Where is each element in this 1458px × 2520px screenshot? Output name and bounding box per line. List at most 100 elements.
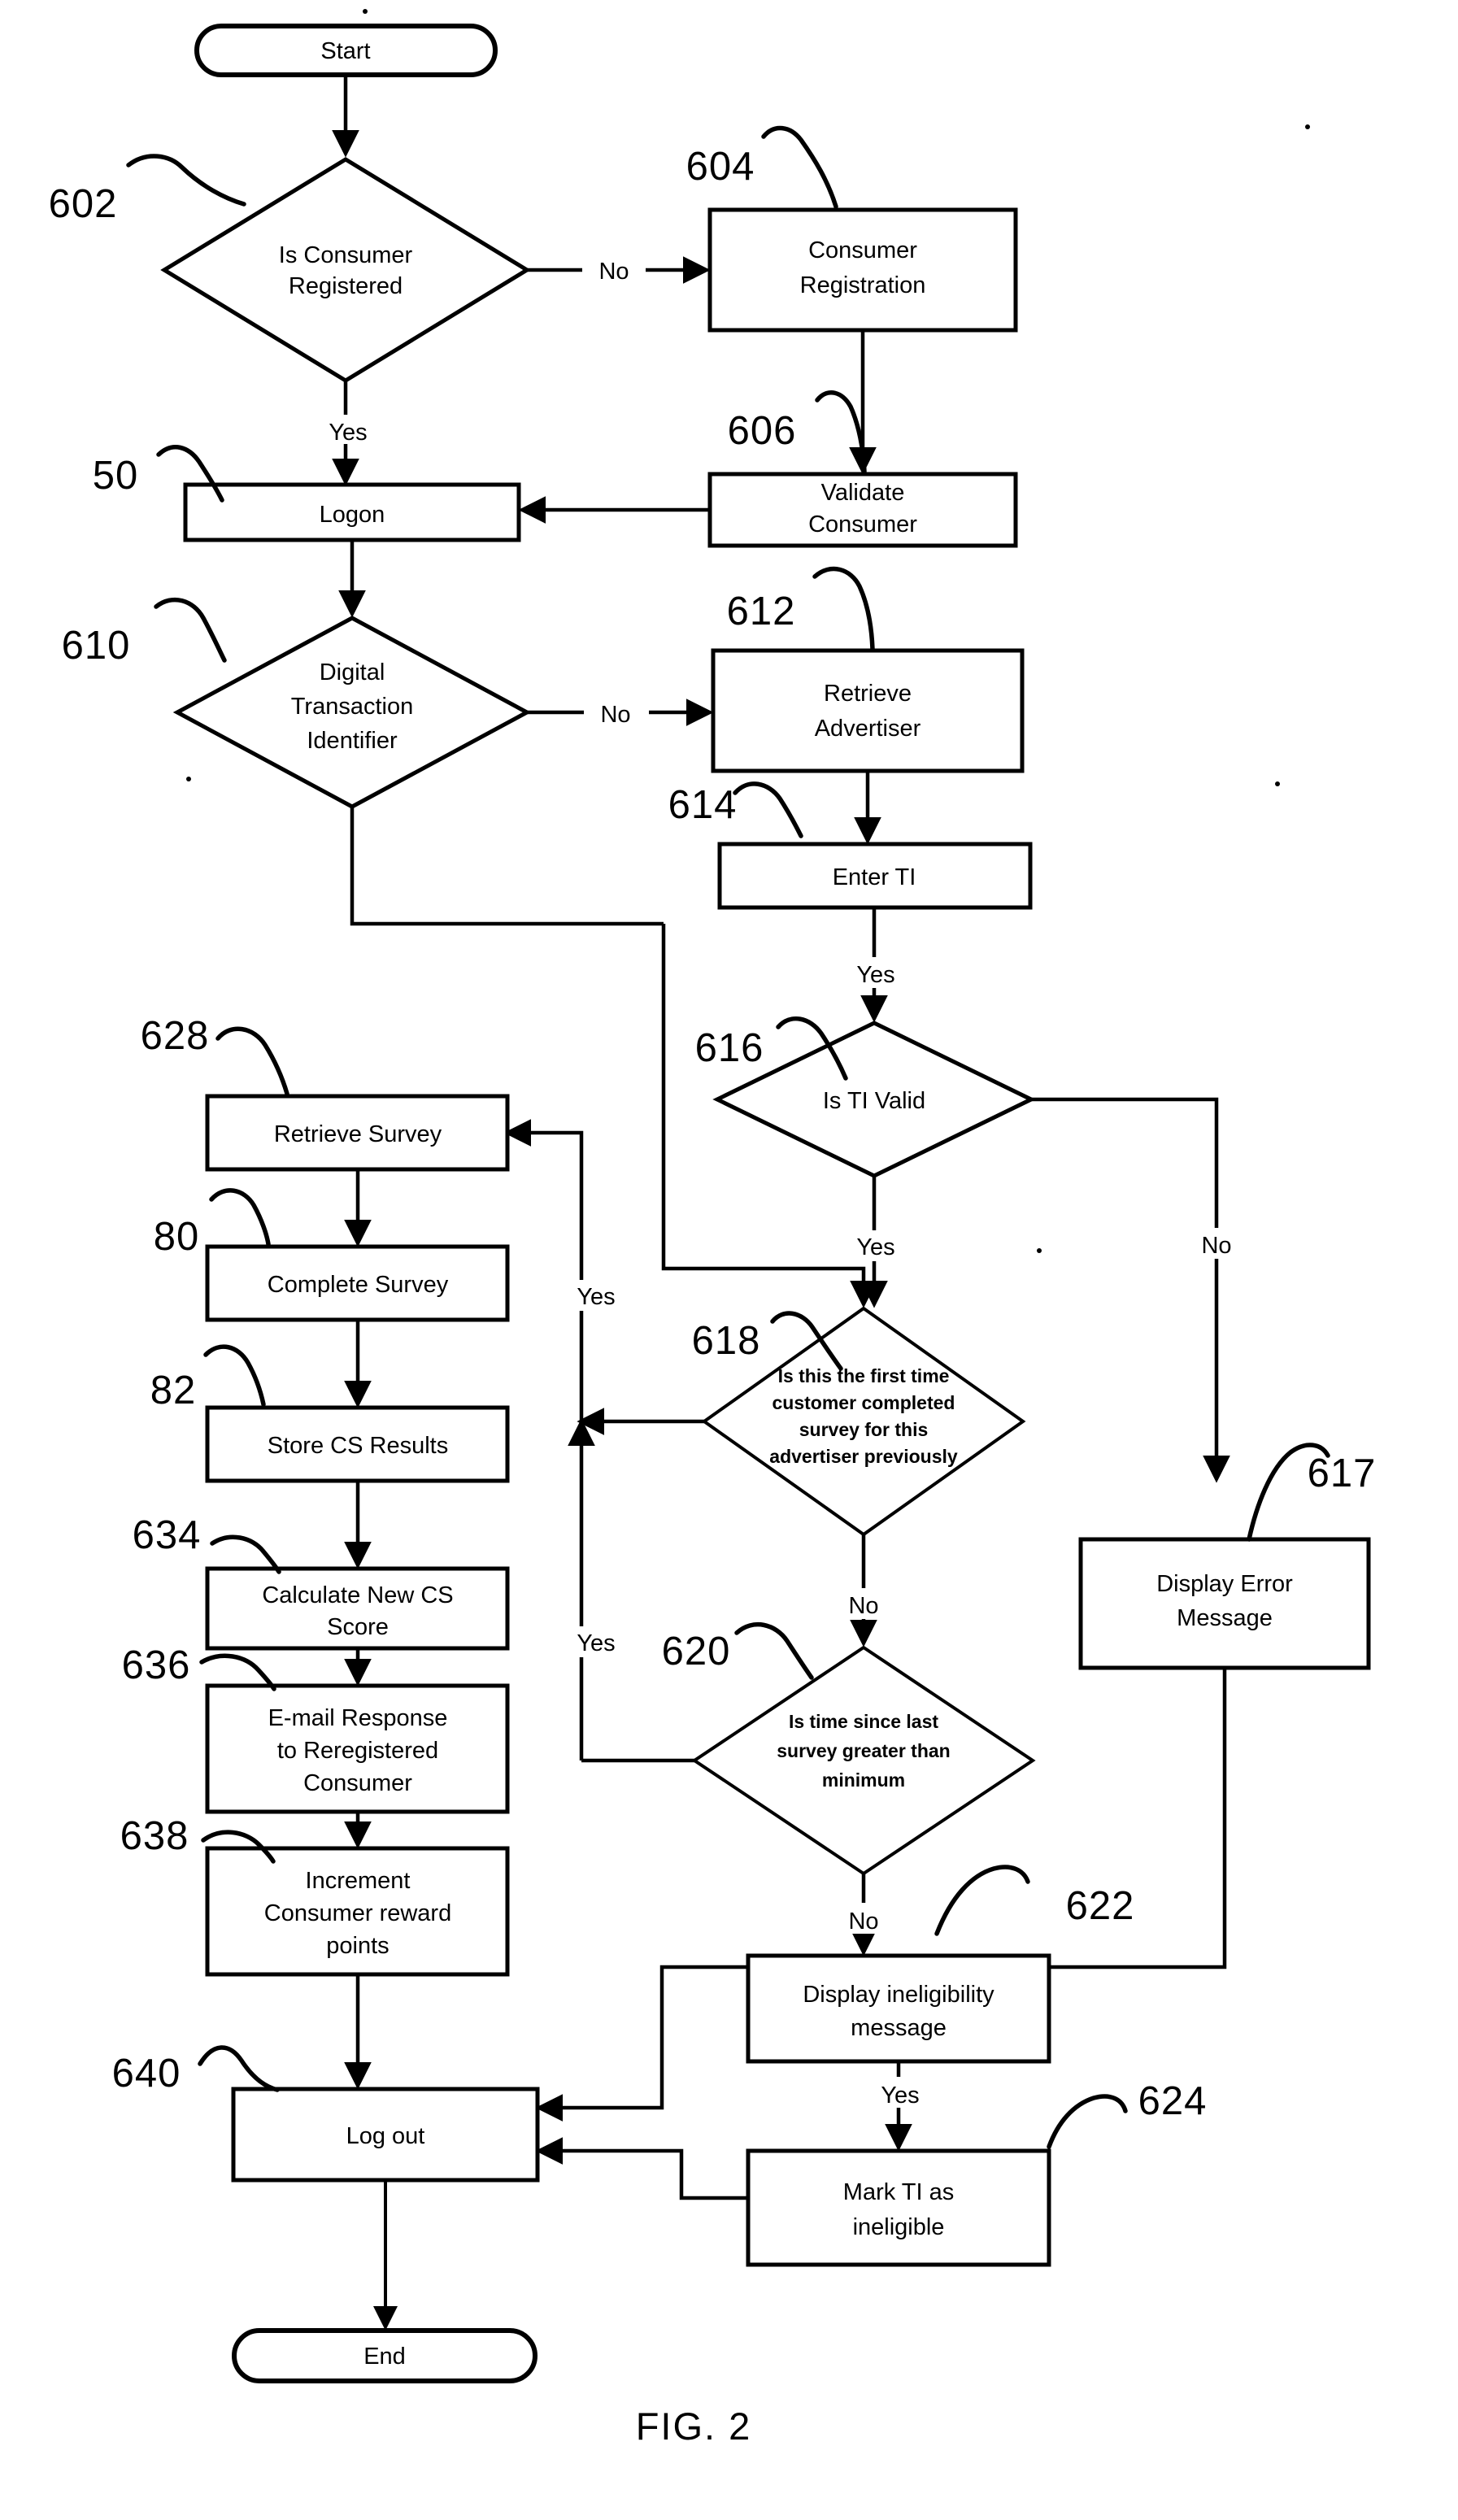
node-display-error-message-label-line1: Display Error	[1156, 1571, 1293, 1597]
scan-speck	[1037, 1248, 1042, 1253]
node-start: Start	[194, 24, 498, 77]
edge-mark-ti-to-logout	[535, 2137, 748, 2200]
ref-numeral-616: 616	[695, 1026, 764, 1070]
node-display-ineligibility-label-line2: message	[851, 2015, 947, 2041]
node-increment-label-line1: Increment	[306, 1868, 411, 1894]
leader-622	[934, 1865, 1030, 1936]
node-dti-label-line1: Digital	[320, 659, 385, 685]
node-logon-label: Logon	[320, 502, 385, 528]
edge-yes-trunk-to-retrieve-survey	[503, 1119, 584, 1421]
edge-label-ineligibility-yes: Yes	[881, 2083, 919, 2109]
node-consumer-registration-label-line2: Registration	[800, 272, 926, 298]
node-digital-transaction-identifier: Digital Transaction Identifier	[172, 616, 532, 809]
node-consumer-registration: Consumer Registration	[707, 207, 1018, 333]
node-log-out-label: Log out	[346, 2123, 425, 2149]
node-consumer-registration-label-line1: Consumer	[808, 237, 917, 263]
edge-label-registered-no: No	[598, 259, 629, 285]
node-dti-label-line2: Transaction	[291, 694, 413, 720]
node-enter-ti: Enter TI	[717, 842, 1033, 910]
node-increment-reward-points: Increment Consumer reward points	[205, 1846, 510, 1977]
node-display-error-message-label-line2: Message	[1177, 1605, 1273, 1631]
node-email-response-label-line3: Consumer	[303, 1770, 412, 1796]
ref-numeral-618: 618	[692, 1319, 761, 1363]
node-validate-consumer-label-line1: Validate	[821, 480, 905, 506]
node-store-cs-results: Store CS Results	[205, 1405, 510, 1483]
node-increment-label-line2: Consumer reward	[264, 1900, 451, 1926]
edge-label-ti-valid-no: No	[1201, 1233, 1231, 1259]
figure-caption: FIG. 2	[636, 2405, 752, 2448]
ref-numeral-604: 604	[686, 145, 755, 189]
node-time-since-last-survey: Is time since last survey greater than m…	[691, 1645, 1036, 1876]
edge-label-first-time-yes: Yes	[577, 1284, 615, 1310]
node-calculate-cs-label-line2: Score	[327, 1614, 389, 1640]
node-is-ti-valid: Is TI Valid	[712, 1021, 1036, 1178]
ref-numeral-50: 50	[93, 454, 139, 498]
node-time-since-label-line3: minimum	[822, 1769, 905, 1791]
ref-numeral-628: 628	[141, 1014, 210, 1058]
node-email-response: E-mail Response to Reregistered Consumer	[205, 1683, 510, 1814]
leader-82	[203, 1344, 266, 1407]
ref-numeral-614: 614	[668, 783, 738, 827]
node-logon: Logon	[183, 482, 521, 542]
node-display-ineligibility-message: Display ineligibility message	[746, 1953, 1051, 2064]
node-first-time-label-line2: customer completed	[773, 1392, 955, 1413]
node-complete-survey-label: Complete Survey	[268, 1272, 449, 1298]
node-retrieve-survey-label: Retrieve Survey	[274, 1121, 442, 1147]
node-validate-consumer: Validate Consumer	[707, 472, 1018, 548]
node-display-error-message: Display Error Message	[1078, 1537, 1371, 1670]
node-email-response-label-line1: E-mail Response	[268, 1705, 448, 1731]
edge-label-enter-ti-yes: Yes	[856, 962, 894, 988]
node-is-consumer-registered-label-line1: Is Consumer	[279, 242, 413, 268]
scan-speck	[1305, 124, 1310, 129]
edge-dti-yes-route	[350, 807, 664, 926]
ref-numeral-606: 606	[728, 409, 797, 453]
figure-page: Start Is Consumer Registered 602 No Cons…	[0, 0, 1458, 2520]
ref-numeral-634: 634	[133, 1513, 202, 1557]
node-is-consumer-registered-label-line2: Registered	[289, 273, 403, 299]
leader-612	[812, 566, 875, 651]
ref-numeral-622: 622	[1066, 1884, 1135, 1928]
node-retrieve-survey: Retrieve Survey	[205, 1094, 510, 1172]
node-enter-ti-label: Enter TI	[833, 864, 916, 890]
flowchart-canvas: Start Is Consumer Registered 602 No Cons…	[49, 9, 1375, 2448]
edge-label-registered-yes: Yes	[329, 420, 367, 446]
leader-624	[1047, 2094, 1128, 2149]
node-end-label: End	[363, 2344, 406, 2370]
scan-speck	[186, 777, 191, 781]
ref-numeral-80: 80	[154, 1215, 200, 1259]
scan-speck	[363, 9, 368, 14]
ref-numeral-612: 612	[727, 590, 796, 633]
node-calculate-new-cs-score: Calculate New CS Score	[205, 1566, 510, 1651]
node-mark-ti-label-line2: ineligible	[853, 2214, 945, 2240]
node-end: End	[232, 2328, 538, 2383]
node-retrieve-advertiser: Retrieve Advertiser	[711, 648, 1025, 773]
leader-602	[126, 154, 246, 207]
edge-label-time-since-yes: Yes	[577, 1630, 615, 1656]
scan-speck	[1275, 781, 1280, 786]
node-email-response-label-line2: to Reregistered	[277, 1738, 438, 1764]
leader-604	[761, 125, 838, 209]
leader-80	[209, 1188, 271, 1247]
node-first-time-label-line3: survey for this	[799, 1419, 929, 1440]
node-time-since-label-line2: survey greater than	[777, 1740, 950, 1761]
node-increment-label-line3: points	[326, 1933, 389, 1959]
node-mark-ti-ineligible: Mark TI as ineligible	[746, 2148, 1051, 2267]
ref-numeral-636: 636	[122, 1643, 191, 1687]
node-log-out: Log out	[231, 2087, 540, 2183]
node-retrieve-advertiser-label-line1: Retrieve	[824, 681, 912, 707]
ref-numeral-610: 610	[62, 624, 131, 668]
ref-numeral-640: 640	[112, 2052, 181, 2096]
edge-label-time-since-no: No	[848, 1908, 878, 1935]
node-retrieve-advertiser-label-line2: Advertiser	[815, 716, 921, 742]
edge-ti-valid-no	[1031, 1097, 1230, 1483]
node-is-ti-valid-label: Is TI Valid	[823, 1088, 925, 1114]
leader-610	[154, 597, 227, 663]
node-calculate-cs-label-line1: Calculate New CS	[262, 1582, 453, 1608]
ref-numeral-602: 602	[49, 182, 118, 226]
node-validate-consumer-label-line2: Consumer	[808, 511, 917, 538]
ref-numeral-82: 82	[150, 1369, 197, 1412]
node-start-label: Start	[320, 38, 370, 64]
leader-640	[198, 2045, 280, 2092]
node-dti-label-line3: Identifier	[307, 728, 398, 754]
ref-numeral-638: 638	[120, 1814, 189, 1858]
